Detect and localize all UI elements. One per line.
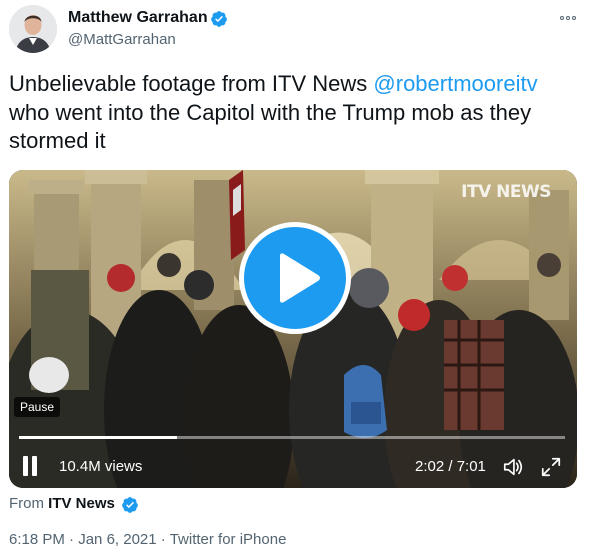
volume-icon[interactable]: [502, 456, 524, 478]
source-prefix: From: [9, 495, 49, 512]
tweet-date[interactable]: Jan 6, 2021: [78, 531, 156, 548]
tweet-text-start: Unbelievable footage from ITV News: [9, 71, 374, 96]
tweet-text-end: who went into the Capitol with the Trump…: [9, 99, 532, 154]
fullscreen-icon[interactable]: [540, 456, 562, 478]
author-name[interactable]: Matthew Garrahan: [68, 9, 208, 27]
progress-bar[interactable]: [19, 436, 565, 439]
more-icon: [560, 16, 564, 20]
meta-separator: ·: [156, 531, 170, 548]
pause-button[interactable]: [23, 456, 43, 478]
more-options-button[interactable]: [556, 8, 580, 28]
video-watermark: ITV NEWS: [461, 182, 551, 202]
play-icon: [280, 253, 320, 303]
tweet-meta: 6:18 PM · Jan 6, 2021 · Twitter for iPho…: [9, 531, 286, 548]
progress-fill: [19, 436, 178, 439]
pause-icon: [23, 456, 28, 476]
mention-link[interactable]: @robertmooreitv: [373, 71, 537, 96]
source-attribution: From ITV News: [9, 495, 115, 512]
source-name[interactable]: ITV News: [48, 495, 115, 512]
timecode: 2:02 / 7:01: [415, 458, 486, 475]
tweet-client[interactable]: Twitter for iPhone: [170, 531, 287, 548]
verified-badge-icon: [211, 11, 227, 27]
meta-separator: ·: [64, 531, 79, 548]
pause-tooltip: Pause: [14, 397, 61, 417]
tweet-time[interactable]: 6:18 PM: [9, 531, 65, 548]
author-handle[interactable]: @MattGarrahan: [68, 31, 176, 48]
tweet-text: Unbelievable footage from ITV News @robe…: [9, 70, 579, 156]
play-button[interactable]: [239, 222, 351, 334]
avatar[interactable]: [9, 5, 57, 53]
video-player[interactable]: ITV NEWS Pause 10.4M views 2:02 / 7:01: [9, 170, 577, 488]
view-count: 10.4M views: [59, 458, 143, 475]
verified-badge-icon: [122, 497, 138, 513]
tweet-card: Matthew Garrahan @MattGarrahan Unbelieva…: [0, 0, 592, 558]
